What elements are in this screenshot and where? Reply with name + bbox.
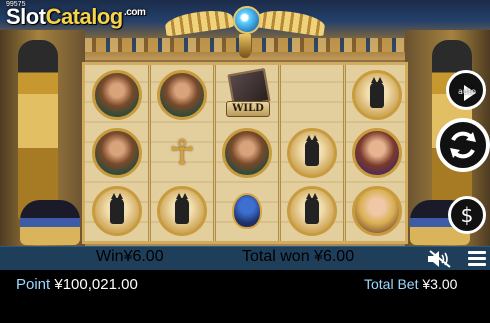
- cat-icon: [92, 186, 142, 236]
- symbol-explorer: [154, 67, 210, 123]
- symbol-cat: [284, 183, 340, 239]
- point-value: ¥100,021.00: [54, 276, 138, 293]
- point-label: Point: [16, 276, 51, 293]
- blonde-woman-icon: [352, 186, 402, 236]
- symbol-ankh: ☥: [154, 125, 210, 181]
- menu-line: [468, 257, 486, 260]
- cat-silhouette: [305, 193, 319, 224]
- left-wing-icon: [163, 7, 235, 37]
- symbol-woman: [349, 125, 405, 181]
- total-won-label: Total won: [242, 248, 310, 265]
- cat-icon: [287, 186, 337, 236]
- reel-1: [85, 65, 149, 241]
- logo-part-slot: Slot: [6, 4, 46, 29]
- cat-silhouette: [110, 193, 124, 224]
- cat-icon: [352, 70, 402, 120]
- reel-5: [345, 65, 409, 241]
- autoplay-button[interactable]: auto: [446, 70, 486, 110]
- symbol-cat: [284, 125, 340, 181]
- logo-part-catalog: Catalog: [45, 4, 124, 29]
- cat-silhouette: [370, 77, 384, 108]
- scarab-icon: [232, 193, 262, 229]
- right-wing-icon: [255, 7, 327, 37]
- cat-icon: [157, 186, 207, 236]
- cat-icon: [287, 128, 337, 178]
- bet-button[interactable]: $: [448, 196, 486, 234]
- symbol-scarab: [219, 183, 275, 239]
- wild-book-icon: WILD: [226, 67, 271, 119]
- slot-game-screen: 99575 SlotCatalog .com ☥ WILD auto $ Win¥…: [0, 0, 490, 323]
- reel-2: ☥: [150, 65, 214, 241]
- symbol-explorer: [89, 67, 145, 123]
- cat-silhouette: [175, 193, 189, 224]
- explorer-icon: [92, 128, 142, 178]
- symbol-explorer: [219, 125, 275, 181]
- menu-line: [468, 251, 486, 254]
- symbol-cat: [349, 67, 405, 123]
- menu-icon[interactable]: [468, 251, 486, 267]
- plume-icon: [239, 34, 251, 58]
- menu-line: [468, 263, 486, 266]
- point-display: Point ¥100,021.00: [16, 276, 138, 293]
- ankh-icon: ☥: [169, 134, 195, 172]
- reel-grid: ☥ WILD: [82, 62, 409, 317]
- total-bet-display: Total Bet ¥3.00: [364, 276, 457, 292]
- woman-icon: [352, 128, 402, 178]
- symbol-explorer: [89, 125, 145, 181]
- explorer-icon: [222, 128, 272, 178]
- symbol-blonde-woman: [349, 183, 405, 239]
- explorer-icon: [92, 70, 142, 120]
- total-won-value: ¥6.00: [314, 248, 355, 265]
- slotcatalog-logo: SlotCatalog .com: [6, 4, 146, 29]
- blue-gem-icon: [233, 6, 261, 34]
- winged-scarab-emblem: [163, 4, 327, 60]
- wild-label: WILD: [226, 101, 270, 117]
- explorer-icon: [157, 70, 207, 120]
- total-won-display: Total won ¥6.00: [242, 248, 354, 266]
- cat-silhouette: [305, 135, 319, 166]
- win-display: Win¥6.00: [96, 248, 164, 266]
- sound-muted-icon[interactable]: [426, 249, 452, 269]
- symbol-cat: [89, 183, 145, 239]
- refresh-icon: [450, 131, 476, 159]
- symbol-wild: WILD: [219, 67, 275, 123]
- reel-3: WILD: [215, 65, 279, 241]
- total-bet-value: ¥3.00: [422, 276, 458, 292]
- win-value: ¥6.00: [123, 248, 164, 265]
- autoplay-label: auto: [458, 87, 477, 96]
- anubis-statue-left: [18, 40, 58, 220]
- symbol-jackal-warrior: [284, 67, 340, 317]
- logo-suffix: .com: [124, 7, 146, 18]
- win-label: Win: [96, 248, 124, 265]
- spin-button[interactable]: [436, 118, 490, 172]
- symbol-cat: [154, 183, 210, 239]
- jackal-head-left: [20, 200, 80, 245]
- reel-4: [280, 65, 344, 317]
- dollar-icon: $: [460, 203, 474, 227]
- total-bet-label: Total Bet: [364, 276, 419, 292]
